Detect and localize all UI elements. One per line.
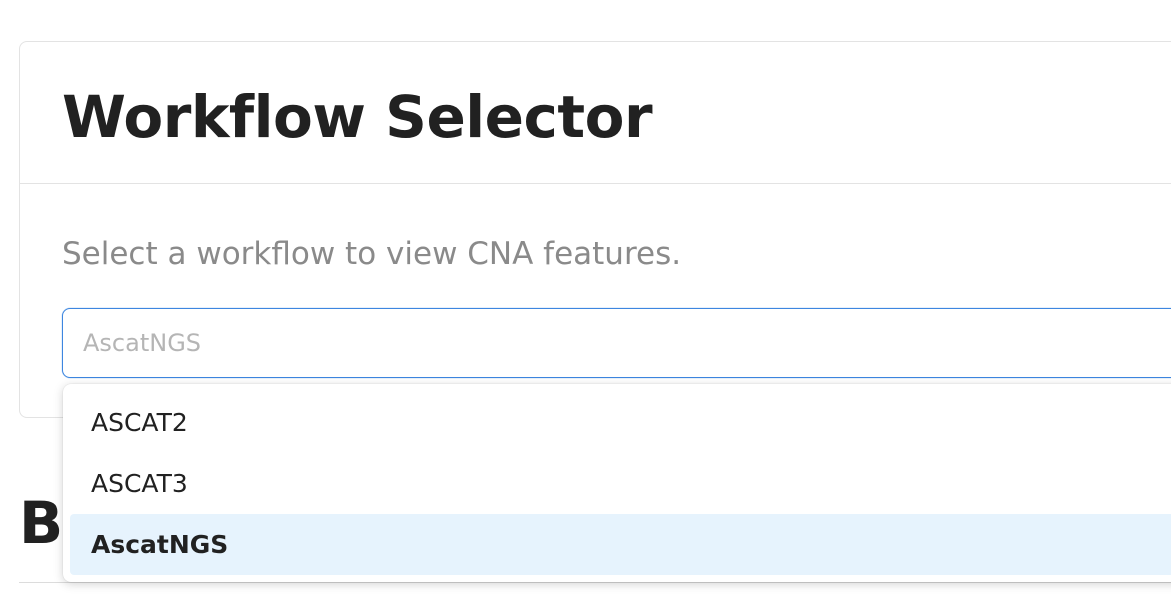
section-heading-partial: B [19,489,64,557]
option-ascat2[interactable]: ASCAT2 [70,392,1171,453]
help-text: Select a workflow to view CNA features. [62,236,682,272]
option-ascatngs[interactable]: AscatNGS [70,514,1171,575]
section-divider [19,582,1171,583]
workflow-selector-card: Workflow Selector Select a workflow to v… [19,41,1171,418]
workflow-select-input[interactable] [62,308,1171,378]
option-ascat3[interactable]: ASCAT3 [70,453,1171,514]
card-title: Workflow Selector [62,83,653,151]
card-header: Workflow Selector [20,42,1171,184]
page: B Workflow Selector Select a workflow to… [0,0,1171,603]
workflow-dropdown-menu: ASCAT2 ASCAT3 AscatNGS [63,384,1171,582]
